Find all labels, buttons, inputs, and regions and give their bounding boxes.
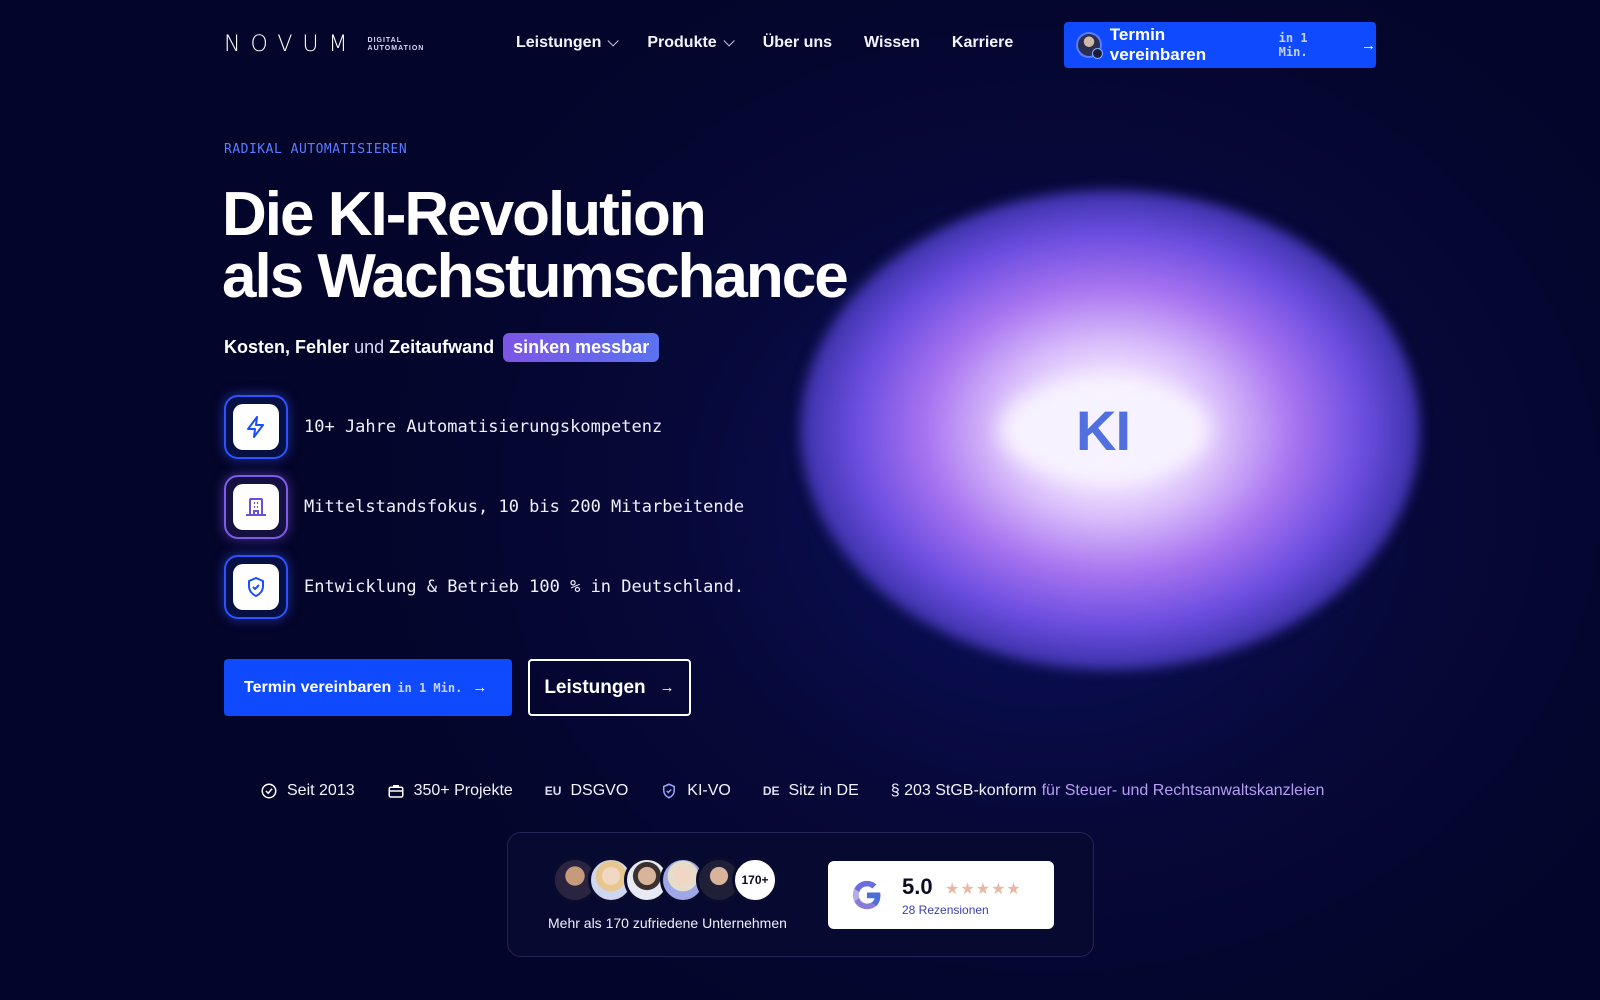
eu-code: EU	[544, 784, 562, 798]
trust-bar: Seit 2013 350+ Projekte EU DSGVO KI-VO D…	[260, 782, 1324, 800]
ki-orb-label: KI	[1076, 399, 1131, 462]
nav-label: Leistungen	[516, 34, 602, 51]
cta-label: Termin vereinbaren	[1109, 25, 1207, 64]
trust-label: 350+ Projekte	[413, 782, 513, 799]
trust-item: 350+ Projekte	[387, 782, 513, 800]
feature-item: 10+ Jahre Automatisierungskompetenz	[224, 395, 662, 459]
shield-check-icon	[248, 577, 264, 597]
check-circle-icon	[261, 783, 277, 799]
button-meta: in 1 Min.	[397, 680, 463, 695]
google-rating-card[interactable]: 5.0 ★★★★★ 28 Rezensionen	[828, 861, 1054, 929]
logo-wordmark: NOVUM	[224, 32, 358, 57]
customer-count-badge: 170+	[732, 857, 778, 903]
hero-subline: Kosten, Fehler und Zeitaufwand sinken me…	[224, 333, 660, 362]
nav-label: Über uns	[762, 34, 833, 51]
nav-label: Karriere	[951, 34, 1014, 51]
review-count: 28 Rezensionen	[902, 902, 989, 917]
hero-headline: Die KI-Revolution als Wachstumschance	[222, 184, 849, 311]
trust-label: Seit 2013	[287, 782, 355, 799]
sub-word-kosten: Kosten,	[224, 337, 291, 357]
hero-eyebrow: RADIKAL AUTOMATISIEREN	[224, 142, 408, 157]
services-button[interactable]: Leistungen →	[528, 659, 691, 716]
logo-sub-line-2: AUTOMATION	[367, 45, 425, 52]
logo-subtitle: DIGITAL AUTOMATION	[368, 37, 425, 53]
building-icon	[246, 498, 266, 516]
button-label: Leistungen	[544, 676, 646, 698]
highlight-pill: sinken messbar	[503, 333, 660, 362]
trust-label: DSGVO	[570, 782, 629, 799]
nav-item-leistungen[interactable]: Leistungen	[516, 34, 620, 52]
arrow-right-icon: →	[1361, 36, 1376, 54]
trust-item: EU DSGVO	[545, 782, 628, 800]
nav-label: Wissen	[864, 34, 920, 51]
sub-word-und: und	[354, 337, 385, 357]
headline-line-2: als Wachstumschance	[222, 242, 849, 311]
rating-block: 5.0 ★★★★★ 28 Rezensionen	[902, 874, 1022, 917]
avatar	[1076, 32, 1103, 59]
shield-icon	[663, 783, 676, 799]
trust-accent: für Steuer- und Rechtsanwaltskanzleien	[1041, 782, 1325, 799]
trust-item: § 203 StGB-konform für Steuer- und Recht…	[891, 782, 1325, 800]
nav-item-produkte[interactable]: Produkte	[647, 34, 735, 52]
chevron-down-icon	[723, 35, 735, 47]
feature-text: 10+ Jahre Automatisierungskompetenz	[304, 417, 663, 437]
nav-item-karriere[interactable]: Karriere	[952, 34, 1013, 52]
page: NOVUM DIGITAL AUTOMATION Leistungen Prod…	[0, 0, 1600, 1000]
headline-plain: Die	[222, 180, 328, 249]
arrow-right-icon: →	[472, 679, 488, 696]
sub-word-zeitaufwand: Zeitaufwand	[389, 337, 495, 357]
briefcase-icon	[388, 785, 404, 798]
sub-word-fehler: Fehler	[295, 337, 350, 357]
de-code: DE	[762, 784, 780, 798]
customer-avatars: 170+	[552, 857, 778, 903]
feature-item: Mittelstandsfokus, 10 bis 200 Mitarbeite…	[224, 475, 744, 539]
feature-item: Entwicklung & Betrieb 100 % in Deutschla…	[224, 555, 744, 619]
nav-item-ueber-uns[interactable]: Über uns	[763, 34, 832, 52]
trust-label: KI-VO	[687, 782, 731, 799]
feature-text: Entwicklung & Betrieb 100 % in Deutschla…	[304, 577, 745, 597]
button-label: Termin vereinbaren	[244, 678, 392, 696]
logo-sub-line-1: DIGITAL	[367, 37, 403, 44]
star-rating: ★★★★★	[945, 880, 1022, 898]
logo[interactable]: NOVUM DIGITAL AUTOMATION	[224, 32, 425, 57]
google-icon	[852, 880, 881, 910]
chevron-down-icon	[607, 35, 620, 47]
feature-icon-frame	[224, 395, 288, 459]
reviews-card: 170+ Mehr als 170 zufriedene Unternehmen…	[507, 832, 1094, 957]
main-nav: Leistungen Produkte Über uns Wissen Karr…	[516, 34, 1013, 52]
arrow-right-icon: →	[659, 679, 675, 696]
feature-icon-frame	[224, 475, 288, 539]
rating-value: 5.0	[902, 873, 933, 899]
headline-bold: KI-Revolution	[327, 180, 707, 249]
nav-item-wissen[interactable]: Wissen	[864, 34, 920, 52]
cta-meta: in 1 Min.	[1278, 31, 1308, 59]
nav-label: Produkte	[647, 34, 717, 51]
header-appointment-button[interactable]: Termin vereinbaren in 1 Min. →	[1064, 22, 1376, 68]
appointment-button[interactable]: Termin vereinbaren in 1 Min. →	[224, 659, 512, 716]
trust-item: Seit 2013	[260, 782, 355, 800]
trust-item: DE Sitz in DE	[763, 782, 859, 800]
reviews-caption: Mehr als 170 zufriedene Unternehmen	[548, 915, 787, 931]
feature-text: Mittelstandsfokus, 10 bis 200 Mitarbeite…	[304, 497, 745, 517]
trust-label: § 203 StGB-konform	[890, 782, 1037, 799]
lightning-icon	[247, 416, 264, 438]
trust-label: Sitz in DE	[788, 782, 859, 799]
feature-icon-frame	[224, 555, 288, 619]
trust-item: KI-VO	[660, 782, 731, 800]
